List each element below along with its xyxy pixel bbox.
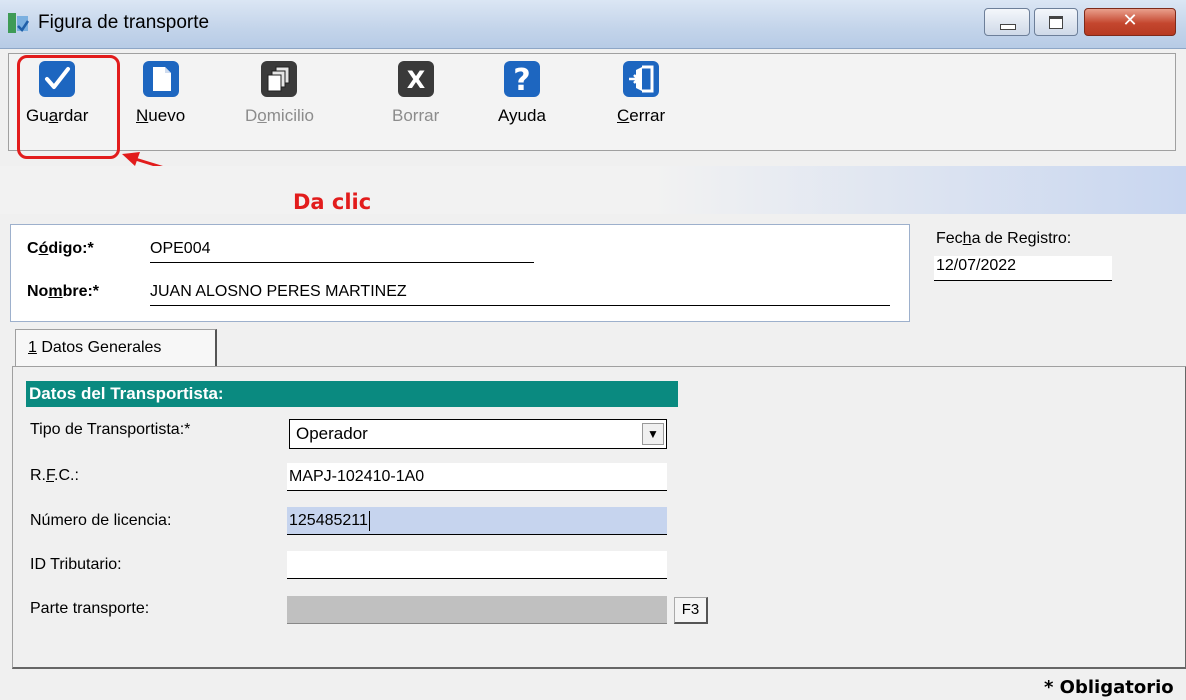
close-icon: ✕ bbox=[1122, 10, 1138, 31]
borrar-button[interactable]: X Borrar bbox=[392, 60, 439, 126]
documents-stack-icon bbox=[261, 61, 298, 97]
svg-text:X: X bbox=[406, 66, 425, 94]
chevron-down-icon[interactable]: ▼ bbox=[642, 423, 664, 445]
rfc-label: R.F.C.: bbox=[30, 467, 79, 484]
tab-datos-generales[interactable]: 1 Datos Generales bbox=[15, 329, 217, 367]
maximize-button[interactable] bbox=[1034, 8, 1078, 36]
app-icon bbox=[8, 13, 30, 33]
tipo-transportista-label: Tipo de Transportista:* bbox=[30, 421, 191, 438]
required-note: * Obligatorio bbox=[1044, 677, 1174, 698]
close-window-button[interactable]: ✕ bbox=[1084, 8, 1176, 36]
section-header-transportista: Datos del Transportista: bbox=[26, 381, 678, 407]
new-document-icon bbox=[142, 61, 179, 97]
minimize-button[interactable] bbox=[984, 8, 1030, 36]
help-question-icon: ? bbox=[503, 61, 540, 98]
exit-door-icon bbox=[623, 61, 660, 97]
maximize-icon bbox=[1049, 16, 1063, 29]
title-bar: Figura de transporte ✕ bbox=[0, 0, 1186, 49]
tipo-transportista-select[interactable]: Operador ▼ bbox=[289, 419, 667, 449]
codigo-field[interactable]: OPE004 bbox=[150, 240, 534, 263]
text-caret bbox=[368, 510, 370, 531]
toolbar: Guardar Nuevo Domicilio X Borrar ? Ayuda bbox=[8, 53, 1176, 151]
nuevo-button[interactable]: Nuevo bbox=[136, 60, 185, 126]
guardar-highlight-box bbox=[17, 55, 120, 159]
info-banner bbox=[0, 166, 1186, 214]
ayuda-button[interactable]: ? Ayuda bbox=[498, 60, 546, 126]
da-clic-callout: Da clic bbox=[293, 190, 372, 214]
parte-transporte-label: Parte transporte: bbox=[30, 600, 150, 617]
svg-text:?: ? bbox=[513, 63, 530, 98]
rfc-field[interactable]: MAPJ-102410-1A0 bbox=[287, 463, 667, 491]
numero-licencia-label: Número de licencia: bbox=[30, 512, 172, 529]
delete-x-icon: X bbox=[397, 61, 434, 97]
window-title: Figura de transporte bbox=[38, 12, 210, 33]
f3-lookup-button[interactable]: F3 bbox=[674, 597, 708, 624]
id-tributario-label: ID Tributario: bbox=[30, 556, 122, 573]
nombre-field[interactable]: JUAN ALOSNO PERES MARTINEZ bbox=[150, 283, 890, 306]
tipo-transportista-value: Operador bbox=[296, 424, 368, 443]
codigo-label: Código:* bbox=[27, 240, 94, 257]
fecha-registro-field[interactable]: 12/07/2022 bbox=[934, 256, 1112, 281]
numero-licencia-field[interactable]: 125485211 bbox=[287, 507, 667, 535]
fecha-registro-label: Fecha de Registro: bbox=[936, 230, 1072, 247]
header-panel: Código:* OPE004 Nombre:* JUAN ALOSNO PER… bbox=[10, 224, 910, 322]
cerrar-button[interactable]: Cerrar bbox=[617, 60, 665, 126]
domicilio-button[interactable]: Domicilio bbox=[245, 60, 314, 126]
parte-transporte-field bbox=[287, 596, 667, 624]
minimize-icon bbox=[1000, 24, 1016, 30]
id-tributario-field[interactable] bbox=[287, 551, 667, 579]
nombre-label: Nombre:* bbox=[27, 283, 100, 300]
